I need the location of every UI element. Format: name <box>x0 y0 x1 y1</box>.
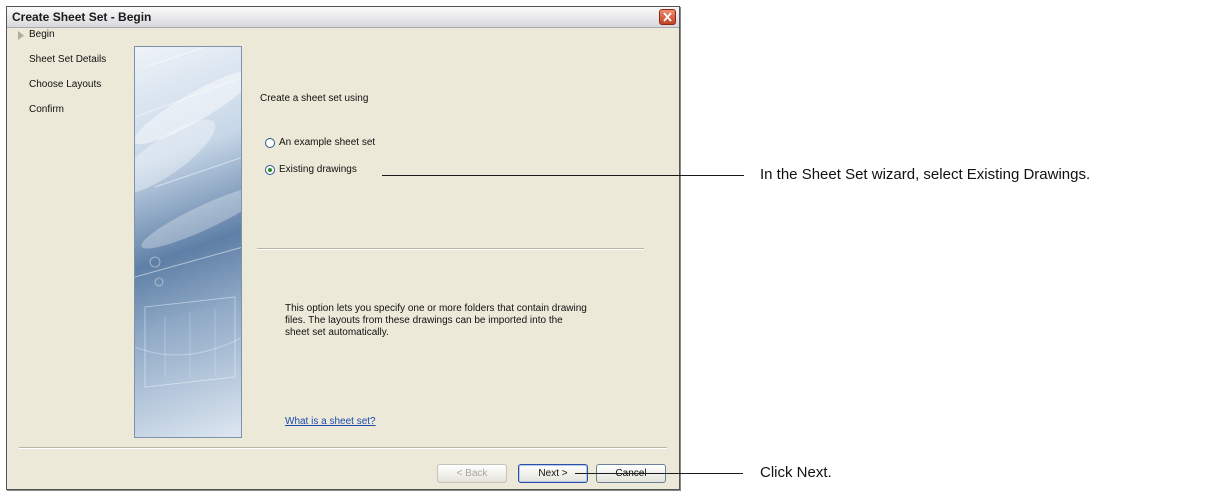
window-title: Create Sheet Set - Begin <box>12 10 152 24</box>
callout-line-next <box>575 473 743 474</box>
what-is-sheet-set-link[interactable]: What is a sheet set? <box>285 416 376 427</box>
close-button[interactable] <box>659 9 676 25</box>
button-separator <box>19 447 667 449</box>
radio-example-sheet-set[interactable] <box>265 138 275 148</box>
nav-item-choose-layouts: Choose Layouts <box>29 79 102 90</box>
create-sheet-set-dialog: Create Sheet Set - Begin Begin Sheet Set… <box>6 6 680 490</box>
radio-existing-drawings[interactable] <box>265 165 275 175</box>
callout-line-existing-drawings <box>382 175 744 176</box>
nav-item-begin: Begin <box>29 29 55 40</box>
radio-selected-dot <box>268 168 272 172</box>
callout-select-existing-drawings: In the Sheet Set wizard, select Existing… <box>760 166 1091 183</box>
nav-item-confirm: Confirm <box>29 104 65 115</box>
create-using-heading: Create a sheet set using <box>260 93 369 104</box>
callout-click-next: Click Next. <box>760 464 832 481</box>
nav-item-sheet-set-details: Sheet Set Details <box>29 54 107 65</box>
separator <box>257 248 644 250</box>
title-bar[interactable]: Create Sheet Set - Begin <box>7 7 679 28</box>
current-step-arrow-icon <box>18 31 24 40</box>
back-button[interactable]: < Back <box>437 464 507 483</box>
radio-existing-drawings-label[interactable]: Existing drawings <box>279 164 357 175</box>
option-description: This option lets you specify one or more… <box>285 303 587 338</box>
radio-example-sheet-set-label[interactable]: An example sheet set <box>279 137 375 148</box>
blueprint-image <box>134 46 242 438</box>
close-icon <box>663 12 672 22</box>
